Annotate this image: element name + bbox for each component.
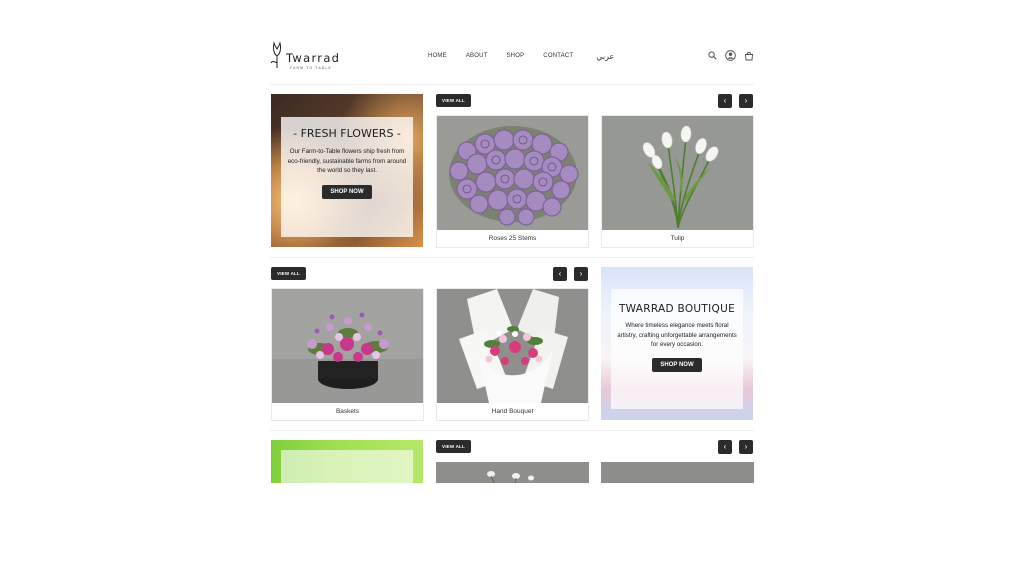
twarrad-boutique-banner[interactable]: TWARRAD BOUTIQUE Where timeless elegance… bbox=[601, 267, 753, 420]
carousel-next-button[interactable]: › bbox=[574, 267, 588, 281]
product-card[interactable]: Baskets bbox=[271, 288, 424, 421]
header-icons bbox=[708, 50, 754, 61]
fresh-flowers-banner[interactable]: - FRESH FLOWERS - Our Farm-to-Table flow… bbox=[271, 94, 423, 247]
product-name[interactable]: Hand Bouquet bbox=[437, 403, 588, 420]
cart-icon[interactable] bbox=[744, 51, 754, 61]
brand-tagline: FARM TO TABLE bbox=[290, 66, 332, 70]
tulip-logo-icon bbox=[270, 41, 282, 68]
carousel-prev-button[interactable]: ‹ bbox=[553, 267, 567, 281]
product-image-baskets[interactable] bbox=[272, 289, 423, 403]
user-icon[interactable] bbox=[725, 50, 736, 61]
product-name[interactable]: Roses 25 Stems bbox=[437, 230, 588, 247]
product-name[interactable]: Tulip bbox=[602, 230, 753, 247]
shop-now-button[interactable]: SHOP NOW bbox=[322, 184, 372, 199]
fresh-flowers-title: - FRESH FLOWERS - bbox=[293, 127, 401, 140]
nav-home[interactable]: HOME bbox=[428, 53, 447, 61]
brand-name: Twarrad bbox=[286, 51, 341, 65]
boutique-panel: TWARRAD BOUTIQUE Where timeless elegance… bbox=[611, 289, 743, 409]
green-promo-panel bbox=[281, 450, 413, 483]
product-card[interactable]: Tulip bbox=[601, 115, 754, 248]
product-image-tulip[interactable] bbox=[602, 116, 753, 230]
nav-language-arabic[interactable]: عربي bbox=[596, 52, 614, 61]
view-all-button[interactable]: VIEW ALL bbox=[271, 267, 306, 280]
product-image-hand-bouquet[interactable] bbox=[437, 289, 588, 403]
section-divider bbox=[270, 430, 754, 431]
product-card[interactable]: Hand Bouquet bbox=[436, 288, 589, 421]
product-name[interactable]: Baskets bbox=[272, 403, 423, 420]
logo[interactable]: Twarrad FARM TO TABLE bbox=[270, 40, 350, 72]
search-icon[interactable] bbox=[708, 51, 717, 60]
carousel-prev-button[interactable]: ‹ bbox=[718, 440, 732, 454]
product-image-roses[interactable] bbox=[437, 116, 588, 230]
carousel-next-button[interactable]: › bbox=[739, 440, 753, 454]
product-image-partial[interactable] bbox=[601, 462, 754, 483]
section-divider bbox=[270, 257, 754, 258]
nav-about[interactable]: ABOUT bbox=[466, 53, 488, 61]
site-header: Twarrad FARM TO TABLE HOME ABOUT SHOP CO… bbox=[270, 40, 754, 74]
fresh-flowers-description: Our Farm-to-Table flowers ship fresh fro… bbox=[287, 148, 407, 174]
boutique-title: TWARRAD BOUTIQUE bbox=[618, 303, 736, 315]
header-divider bbox=[270, 84, 754, 85]
boutique-description: Where timeless elegance meets floral art… bbox=[617, 322, 737, 348]
carousel-next-button[interactable]: › bbox=[739, 94, 753, 108]
shop-now-button[interactable]: SHOP NOW bbox=[652, 357, 702, 372]
nav-contact[interactable]: CONTACT bbox=[543, 53, 573, 61]
view-all-button[interactable]: VIEW ALL bbox=[436, 94, 471, 107]
nav-shop[interactable]: SHOP bbox=[506, 53, 524, 61]
carousel-prev-button[interactable]: ‹ bbox=[718, 94, 732, 108]
view-all-button[interactable]: VIEW ALL bbox=[436, 440, 471, 453]
product-image-partial[interactable] bbox=[436, 462, 589, 483]
product-card[interactable]: Roses 25 Stems bbox=[436, 115, 589, 248]
green-promo-banner[interactable] bbox=[271, 440, 423, 483]
fresh-flowers-panel: - FRESH FLOWERS - Our Farm-to-Table flow… bbox=[281, 117, 413, 237]
main-nav: HOME ABOUT SHOP CONTACT عربي bbox=[428, 52, 633, 61]
